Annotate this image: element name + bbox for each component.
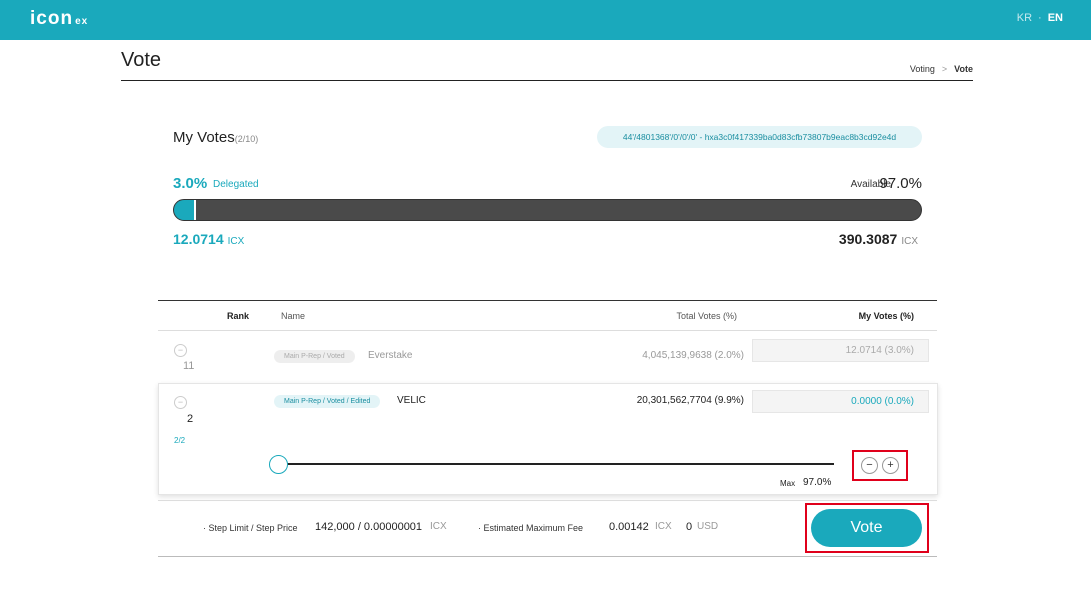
vote-button[interactable]: Vote: [811, 509, 922, 547]
breadcrumb-voting[interactable]: Voting: [910, 64, 935, 74]
title-divider: [121, 80, 973, 81]
iconex-logo[interactable]: icon ex: [30, 8, 88, 30]
footer-bottom-divider: [158, 556, 937, 557]
delegated-icx-value: 12.0714: [173, 231, 224, 247]
total-votes-value: 20,301,562,7704 (9.9%): [636, 395, 744, 406]
prep-name: Everstake: [368, 350, 413, 361]
available-icx-value: 390.3087: [838, 231, 898, 247]
table-top-divider: [158, 300, 937, 301]
language-switcher: KR · EN: [1017, 12, 1063, 24]
max-fee-value: 0.00142: [609, 521, 649, 533]
my-votes-input[interactable]: 0.0000 (0.0%): [752, 390, 929, 413]
page-title: Vote: [121, 49, 162, 71]
usd-value: 0: [686, 521, 693, 533]
status-badge: Main P-Rep / Voted: [274, 350, 355, 363]
vote-slider-track[interactable]: [280, 463, 834, 465]
step-limit-label: · Step Limit / Step Price: [203, 523, 298, 533]
total-votes-value: 4,045,139,9638 (2.0%): [642, 350, 744, 361]
vote-slider-handle[interactable]: [269, 455, 288, 474]
max-label: Max: [780, 479, 796, 488]
top-bar: icon ex KR · EN: [0, 0, 1091, 40]
collapse-icon[interactable]: −: [174, 344, 187, 357]
available-percent: 97.0%: [879, 175, 922, 192]
column-header-rank: Rank: [227, 311, 250, 321]
breadcrumb: Voting > Vote: [910, 64, 973, 74]
max-fee-unit: ICX: [655, 521, 672, 532]
collapse-icon[interactable]: −: [174, 396, 187, 409]
available-icx-amount: 390.3087 ICX: [839, 231, 918, 247]
lang-en-link[interactable]: EN: [1048, 12, 1063, 24]
delegated-percent: 3.0%: [173, 175, 208, 192]
decrease-button[interactable]: −: [861, 457, 878, 474]
delegation-progress-fill: [174, 200, 197, 220]
my-votes-label: My Votes: [173, 129, 235, 146]
step-limit-value: 142,000 / 0.00000001: [315, 521, 423, 533]
delegated-icx-unit: ICX: [227, 236, 245, 247]
prep-name: VELIC: [397, 395, 426, 406]
column-header-name: Name: [281, 311, 306, 321]
my-votes-count: (2/10): [234, 134, 259, 144]
max-fee-label: · Estimated Maximum Fee: [478, 523, 584, 533]
my-votes-title: My Votes(2/10): [173, 129, 258, 146]
lang-separator: ·: [1038, 12, 1042, 24]
delegated-label: Delegated: [213, 179, 259, 190]
delegation-progress-bar: [173, 199, 922, 221]
max-value: 97.0%: [803, 477, 832, 488]
step-limit-unit: ICX: [430, 521, 447, 532]
column-header-my-votes: My Votes (%): [858, 311, 914, 321]
logo-suffix: ex: [75, 16, 89, 27]
lang-kr-link[interactable]: KR: [1017, 12, 1032, 24]
available-icx-unit: ICX: [901, 236, 918, 247]
wallet-address-badge: 44'/4801368'/0'/0'/0' - hxa3c0f417339ba0…: [597, 126, 922, 148]
logo-text: icon: [30, 8, 74, 29]
delegated-icx-amount: 12.0714 ICX: [173, 231, 244, 247]
chevron-right-icon: >: [941, 64, 948, 74]
rank-number: 2: [187, 413, 194, 425]
table-header-divider: [158, 330, 937, 331]
increase-button[interactable]: +: [882, 457, 899, 474]
footer-top-divider: [158, 500, 937, 501]
rank-number: 11: [183, 360, 195, 372]
breadcrumb-vote: Vote: [954, 64, 973, 74]
status-badge: Main P-Rep / Voted / Edited: [274, 395, 381, 408]
usd-unit: USD: [697, 521, 719, 532]
my-votes-input[interactable]: 12.0714 (3.0%): [752, 339, 929, 362]
column-header-total-votes: Total Votes (%): [676, 311, 737, 321]
row-pager: 2/2: [174, 436, 186, 445]
